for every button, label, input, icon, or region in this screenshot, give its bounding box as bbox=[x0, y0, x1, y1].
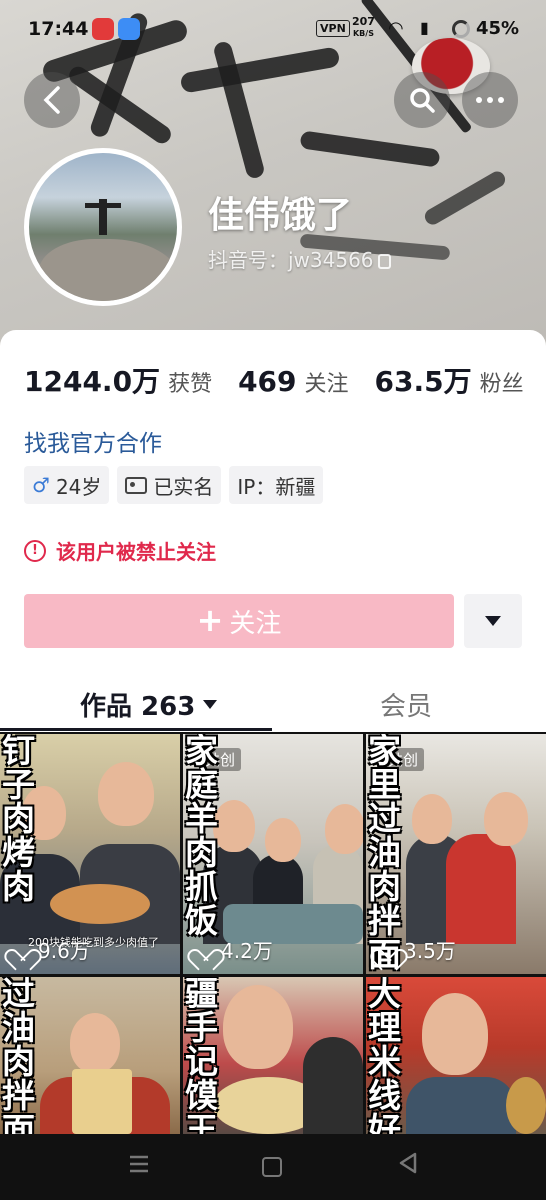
video-likes-count: 9.6万 bbox=[38, 939, 90, 963]
plus-icon: + bbox=[196, 600, 224, 639]
ip-text: IP：新疆 bbox=[237, 474, 316, 499]
profile-nickname: 佳伟饿了 bbox=[208, 195, 353, 236]
caret-down-icon bbox=[203, 700, 218, 709]
profile-tabs: 作品 263 会员 bbox=[0, 680, 546, 732]
ip-tag: IP：新疆 bbox=[229, 466, 324, 504]
video-title: 疆手记馍王 bbox=[185, 977, 218, 1134]
video-tile[interactable]: 共创 家庭羊肉抓饭 4.2万 bbox=[183, 734, 363, 974]
video-tile[interactable]: 共创 家里过油肉拌面 3.5万 bbox=[366, 734, 546, 974]
search-icon bbox=[410, 88, 435, 113]
follow-label: 关注 bbox=[229, 608, 282, 639]
video-grid: 钉子肉烤肉 200块钱能吃到多少肉值了 9.6万 共创 家庭羊肉抓饭 4.2万 … bbox=[0, 734, 546, 1134]
more-dots-icon bbox=[476, 97, 504, 103]
search-button[interactable] bbox=[394, 72, 450, 128]
triangle-back-icon bbox=[399, 1152, 417, 1174]
video-likes-count: 4.2万 bbox=[221, 939, 273, 963]
app-notification-icon bbox=[92, 18, 114, 40]
system-nav-bar bbox=[0, 1134, 546, 1200]
stats-row: 1244.0万 获赞 469 关注 63.5万 粉丝 bbox=[24, 360, 524, 400]
video-tile[interactable]: 大理米线好 bbox=[366, 977, 546, 1134]
age-text: 24岁 bbox=[55, 474, 102, 499]
tab-member[interactable]: 会员 bbox=[380, 686, 432, 723]
stat-value: 469 bbox=[238, 365, 297, 398]
follow-button[interactable]: + 关注 bbox=[24, 594, 454, 648]
network-speed-value: 207 bbox=[352, 15, 375, 28]
wifi-icon: ◠ bbox=[388, 18, 404, 39]
cooperation-link[interactable]: 找我官方合作 bbox=[24, 424, 162, 458]
stat-value: 63.5万 bbox=[374, 365, 472, 398]
status-bar: 17:44 VPN 207 KB/S ◠ ▮ 45% bbox=[0, 14, 546, 48]
video-likes-count: 3.5万 bbox=[404, 939, 456, 963]
stat-likes[interactable]: 1244.0万 获赞 bbox=[24, 360, 212, 400]
account-id-text: 抖音号：jw34566 bbox=[208, 248, 374, 272]
home-button[interactable] bbox=[262, 1157, 282, 1177]
network-speed-unit: KB/S bbox=[352, 29, 374, 38]
stat-label: 关注 bbox=[304, 372, 349, 397]
male-icon: ♂ bbox=[32, 473, 50, 497]
tab-works-label: 作品 263 bbox=[80, 692, 196, 722]
status-time: 17:44 bbox=[28, 18, 89, 40]
heart-icon bbox=[10, 940, 32, 960]
vpn-indicator: VPN bbox=[316, 20, 350, 37]
more-options-button[interactable] bbox=[462, 72, 518, 128]
account-id[interactable]: 抖音号：jw34566 bbox=[208, 244, 391, 273]
follow-banned-notice: ! 该用户被禁止关注 bbox=[24, 536, 216, 565]
avatar[interactable] bbox=[24, 148, 182, 306]
stat-followers[interactable]: 63.5万 粉丝 bbox=[375, 360, 524, 400]
caret-down-icon bbox=[485, 616, 501, 626]
stat-value: 1244.0万 bbox=[24, 365, 161, 398]
video-title: 钉子肉烤肉 bbox=[2, 734, 35, 906]
verified-text: 已实名 bbox=[153, 474, 214, 499]
video-title: 大理米线好 bbox=[368, 977, 401, 1134]
network-speed: 207 KB/S bbox=[352, 16, 375, 39]
video-tile[interactable]: 过油肉拌面 bbox=[0, 977, 180, 1134]
stat-label: 获赞 bbox=[168, 372, 213, 397]
warning-text: 该用户被禁止关注 bbox=[56, 540, 216, 564]
menu-icon bbox=[130, 1155, 148, 1173]
alert-icon: ! bbox=[24, 539, 46, 562]
stat-label: 粉丝 bbox=[479, 372, 524, 397]
video-title: 家庭羊肉抓饭 bbox=[185, 734, 218, 940]
heart-icon bbox=[193, 940, 215, 960]
video-likes: 3.5万 bbox=[376, 935, 456, 964]
profile-tags: ♂ 24岁 已实名 IP：新疆 bbox=[24, 466, 324, 504]
profile-card: 1244.0万 获赞 469 关注 63.5万 粉丝 找我官方合作 ♂ 24岁 … bbox=[0, 330, 546, 732]
verified-tag: 已实名 bbox=[117, 466, 222, 504]
heart-icon bbox=[376, 940, 398, 960]
tab-works[interactable]: 作品 263 bbox=[80, 686, 218, 723]
video-likes: 9.6万 bbox=[10, 935, 90, 964]
follow-dropdown-button[interactable] bbox=[464, 594, 522, 648]
system-back-button[interactable] bbox=[398, 1152, 418, 1180]
back-button[interactable] bbox=[24, 72, 80, 128]
chevron-left-icon bbox=[43, 86, 60, 114]
recent-apps-button[interactable] bbox=[128, 1152, 150, 1180]
video-likes: 4.2万 bbox=[193, 935, 273, 964]
video-tile[interactable]: 疆手记馍王 bbox=[183, 977, 363, 1134]
battery-level: 45% bbox=[476, 18, 520, 39]
id-card-icon bbox=[125, 476, 148, 494]
battery-icon bbox=[452, 20, 470, 38]
video-title: 过油肉拌面 bbox=[2, 977, 35, 1134]
signal-icon: ▮ bbox=[420, 18, 429, 37]
video-tile[interactable]: 钉子肉烤肉 200块钱能吃到多少肉值了 9.6万 bbox=[0, 734, 180, 974]
age-tag: ♂ 24岁 bbox=[24, 466, 110, 504]
stat-following[interactable]: 469 关注 bbox=[238, 365, 348, 398]
active-tab-indicator bbox=[0, 728, 272, 731]
copy-icon[interactable] bbox=[377, 254, 391, 269]
app-notification-icon-2 bbox=[118, 18, 140, 40]
